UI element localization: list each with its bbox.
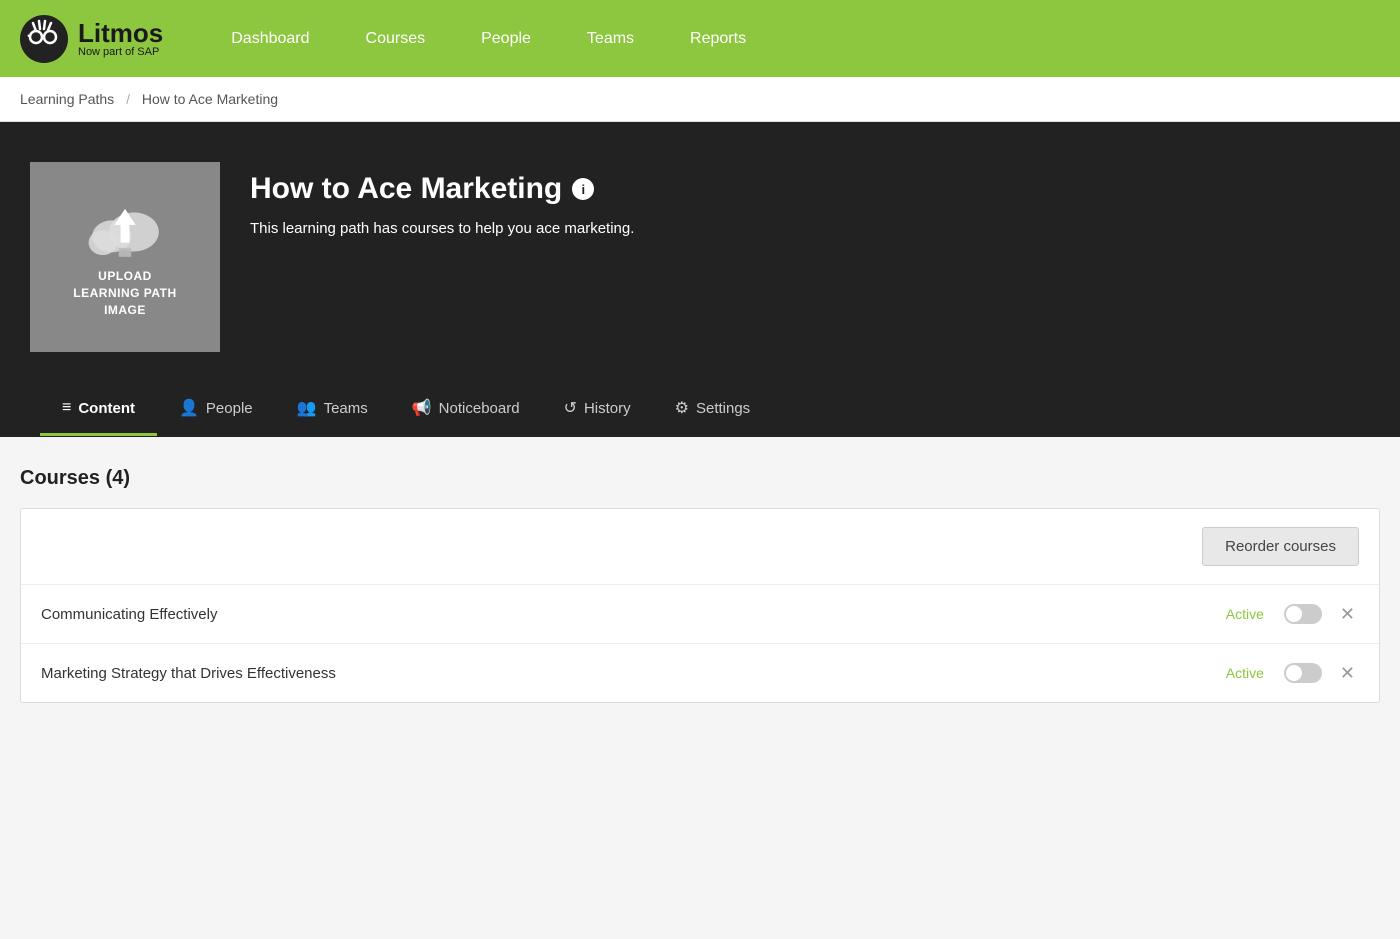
tab-settings[interactable]: ⚙ Settings [653, 382, 773, 437]
hero-info: How to Ace Marketing i This learning pat… [250, 162, 634, 237]
nav-item-dashboard[interactable]: Dashboard [203, 0, 337, 77]
remove-course-button[interactable]: ✕ [1336, 603, 1359, 625]
course-name: Marketing Strategy that Drives Effective… [41, 665, 1204, 682]
courses-section-title: Courses (4) [20, 467, 1380, 490]
nav-item-reports[interactable]: Reports [662, 0, 774, 77]
course-toggle[interactable] [1284, 604, 1322, 624]
courses-card: Reorder courses Communicating Effectivel… [20, 508, 1380, 703]
tab-content[interactable]: ≡ Content [40, 383, 157, 436]
navbar-brand[interactable]: Litmos Now part of SAP [20, 15, 163, 63]
tab-noticeboard-label: Noticeboard [439, 400, 520, 417]
cloud-upload-icon [85, 195, 165, 260]
noticeboard-icon: 📢 [412, 398, 432, 418]
remove-course-button[interactable]: ✕ [1336, 662, 1359, 684]
navbar-logo-title: Litmos [78, 20, 163, 46]
upload-label: UPLOADLEARNING PATHIMAGE [73, 268, 176, 318]
course-toggle[interactable] [1284, 663, 1322, 683]
breadcrumb: Learning Paths / How to Ace Marketing [0, 77, 1400, 122]
litmos-logo-icon [20, 15, 68, 63]
navbar-logo-sub: Now part of SAP [78, 46, 163, 58]
gear-icon: ⚙ [675, 398, 689, 418]
course-status: Active [1204, 606, 1264, 622]
reorder-courses-button[interactable]: Reorder courses [1202, 527, 1359, 566]
course-row: Marketing Strategy that Drives Effective… [21, 644, 1379, 702]
group-icon: 👥 [297, 398, 317, 418]
tab-noticeboard[interactable]: 📢 Noticeboard [390, 382, 542, 437]
navbar-nav: Dashboard Courses People Teams Reports [203, 0, 774, 77]
content-icon: ≡ [62, 399, 71, 417]
hero-section: UPLOADLEARNING PATHIMAGE How to Ace Mark… [0, 122, 1400, 437]
history-icon: ↺ [564, 398, 577, 418]
navbar: Litmos Now part of SAP Dashboard Courses… [0, 0, 1400, 77]
course-status: Active [1204, 665, 1264, 681]
breadcrumb-separator: / [126, 91, 130, 107]
tab-content-label: Content [78, 400, 135, 417]
tab-teams-label: Teams [324, 400, 368, 417]
tab-settings-label: Settings [696, 400, 750, 417]
main-content: Courses (4) Reorder courses Communicatin… [0, 437, 1400, 837]
tabs-bar: ≡ Content 👤 People 👥 Teams 📢 Noticeboard… [30, 382, 1370, 437]
upload-learning-path-image[interactable]: UPLOADLEARNING PATHIMAGE [30, 162, 220, 352]
info-icon[interactable]: i [572, 178, 594, 200]
courses-card-header: Reorder courses [21, 509, 1379, 585]
hero-title-text: How to Ace Marketing [250, 172, 562, 206]
tab-people-label: People [206, 400, 253, 417]
tab-history[interactable]: ↺ History [542, 382, 653, 437]
breadcrumb-parent[interactable]: Learning Paths [20, 91, 114, 107]
person-icon: 👤 [179, 398, 199, 418]
hero-description: This learning path has courses to help y… [250, 220, 634, 237]
nav-item-people[interactable]: People [453, 0, 559, 77]
tab-people[interactable]: 👤 People [157, 382, 275, 437]
navbar-logo-text: Litmos Now part of SAP [78, 20, 163, 58]
tab-teams[interactable]: 👥 Teams [275, 382, 390, 437]
course-row: Communicating Effectively Active ✕ [21, 585, 1379, 644]
tab-history-label: History [584, 400, 631, 417]
nav-item-courses[interactable]: Courses [338, 0, 454, 77]
course-name: Communicating Effectively [41, 606, 1204, 623]
hero-title: How to Ace Marketing i [250, 172, 634, 206]
breadcrumb-current: How to Ace Marketing [142, 91, 278, 107]
nav-item-teams[interactable]: Teams [559, 0, 662, 77]
